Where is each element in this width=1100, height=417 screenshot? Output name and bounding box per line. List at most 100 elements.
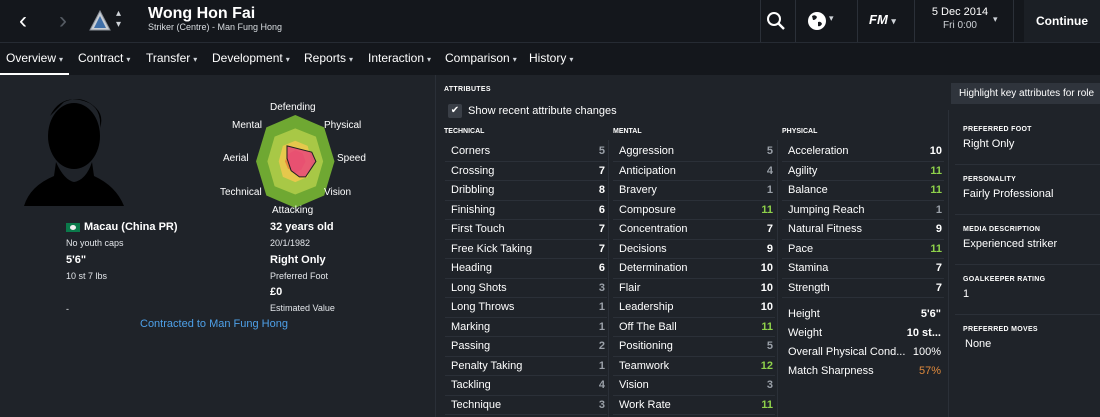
attribute-row-technique[interactable]: Technique 3 [445, 396, 607, 415]
attribute-name: Heading [451, 262, 492, 274]
back-button[interactable]: ‹ [12, 8, 34, 34]
forward-button[interactable]: › [52, 8, 74, 34]
radar-label-attacking: Attacking [272, 205, 314, 216]
attribute-value: 7 [935, 262, 942, 274]
attribute-row-jumping-reach[interactable]: Jumping Reach 1 [782, 201, 944, 220]
tab-transfer[interactable]: Transfer ▾ [146, 43, 197, 76]
radar-label-vision: Vision [324, 187, 352, 198]
show-changes-checkbox[interactable]: ✔ [448, 104, 462, 118]
tab-bar: Overview ▾ Contract ▾ Transfer ▾ Developmen… [0, 42, 1100, 76]
attribute-row-corners[interactable]: Corners 5 [445, 142, 607, 162]
attribute-value: 7 [598, 242, 605, 255]
detail-name: Weight [788, 327, 823, 339]
nationality[interactable]: Macau (China PR) [66, 221, 178, 233]
attribute-name: Long Shots [451, 281, 507, 294]
attribute-value: 1 [766, 184, 773, 196]
media-description-section: MEDIA DESCRIPTION Experienced striker [963, 226, 1058, 250]
attribute-row-natural-fitness[interactable]: Natural Fitness 9 [782, 220, 944, 240]
attribute-value: 4 [766, 164, 773, 177]
attribute-name: Flair [619, 281, 641, 294]
attribute-row-long-shots[interactable]: Long Shots 3 [445, 279, 607, 298]
continue-button[interactable]: Continue [1024, 0, 1100, 42]
physical-detail-row: Overall Physical Cond... 100% [783, 343, 943, 362]
club-crest-icon[interactable] [88, 9, 112, 33]
attribute-row-work-rate[interactable]: Work Rate 11 [613, 396, 775, 415]
attribute-name: Jumping Reach [788, 203, 865, 216]
tab-comparison[interactable]: Comparison ▾ [445, 43, 517, 76]
attribute-value: 5 [598, 145, 605, 157]
attribute-row-composure[interactable]: Composure 11 [613, 201, 775, 220]
attribute-row-decisions[interactable]: Decisions 9 [613, 240, 775, 259]
attribute-name: Marking [451, 320, 491, 333]
tab-history[interactable]: History ▾ [529, 43, 573, 76]
physical-details-list: Height 5'6" Weight 10 st... Overall Physical… [783, 305, 943, 381]
tab-reports[interactable]: Reports ▾ [304, 43, 353, 76]
dob-value: 20/1/1982 [270, 238, 311, 248]
attribute-row-passing[interactable]: Passing 2 [445, 337, 607, 357]
attribute-row-bravery[interactable]: Bravery 1 [613, 181, 775, 201]
attribute-row-off-the-ball[interactable]: Off The Ball 11 [613, 318, 775, 337]
attribute-value: 9 [935, 223, 942, 235]
attribute-row-teamwork[interactable]: Teamwork 12 [613, 357, 775, 376]
attribute-value: 3 [766, 379, 773, 391]
youth-caps: No youth caps [66, 238, 124, 248]
attribute-row-balance[interactable]: Balance 11 [782, 181, 944, 201]
attribute-row-strength[interactable]: Strength 7 [782, 279, 944, 298]
attribute-name: Crossing [451, 164, 495, 177]
contract-link[interactable]: Contracted to Man Fung Hong [140, 318, 288, 330]
attribute-name: Finishing [451, 203, 496, 216]
attribute-name: Anticipation [619, 164, 676, 177]
attribute-row-stamina[interactable]: Stamina 7 [782, 259, 944, 279]
attribute-value: 6 [598, 262, 605, 274]
attribute-name: Penalty Taking [451, 359, 523, 372]
attribute-row-first-touch[interactable]: First Touch 7 [445, 220, 607, 240]
show-changes-label: Show recent attribute changes [468, 105, 617, 117]
attribute-row-heading[interactable]: Heading 6 [445, 259, 607, 279]
attribute-row-pace[interactable]: Pace 11 [782, 240, 944, 259]
globe-icon[interactable] [806, 10, 828, 32]
attribute-row-positioning[interactable]: Positioning 5 [613, 337, 775, 357]
tab-development[interactable]: Development ▾ [212, 43, 290, 76]
attribute-name: Agility [788, 164, 818, 177]
fm-menu-button[interactable]: FM ▾ [869, 12, 896, 27]
physical-attribute-list: Acceleration 10 Agility 11 Balance 11 Jumping … [782, 142, 944, 298]
chevron-down-icon[interactable]: ▾ [829, 13, 834, 24]
attribute-row-long-throws[interactable]: Long Throws 1 [445, 298, 607, 318]
attribute-row-determination[interactable]: Determination 10 [613, 259, 775, 279]
attribute-row-marking[interactable]: Marking 1 [445, 318, 607, 337]
attribute-row-dribbling[interactable]: Dribbling 8 [445, 181, 607, 201]
chevron-down-icon[interactable]: ▾ [993, 14, 998, 25]
search-icon[interactable] [766, 11, 786, 31]
attribute-row-agility[interactable]: Agility 11 [782, 162, 944, 181]
highlight-key-attributes-button[interactable]: Highlight key attributes for role [951, 83, 1100, 104]
radar-label-physical: Physical [324, 120, 362, 131]
technical-attribute-list: Corners 5 Crossing 7 Dribbling 8 Finishing 6 Fir… [445, 142, 607, 415]
attribute-name: Strength [788, 281, 830, 294]
attribute-value: 11 [930, 242, 942, 255]
tab-overview[interactable]: Overview ▾ [0, 43, 70, 76]
attribute-row-penalty-taking[interactable]: Penalty Taking 1 [445, 357, 607, 376]
tab-interaction[interactable]: Interaction ▾ [368, 43, 431, 76]
attribute-value: 1 [935, 203, 942, 216]
top-bar: ‹ › ▴ ▾ Wong Hon Fai Striker (Centre) - M… [0, 0, 1100, 42]
attribute-name: Technique [451, 398, 502, 411]
attribute-row-tackling[interactable]: Tackling 4 [445, 376, 607, 396]
attribute-name: Passing [451, 340, 491, 352]
club-switch-arrows[interactable]: ▴ ▾ [116, 8, 121, 30]
attribute-row-crossing[interactable]: Crossing 7 [445, 162, 607, 181]
attribute-row-free-kick-taking[interactable]: Free Kick Taking 7 [445, 240, 607, 259]
attribute-value: 10 [929, 145, 942, 157]
attribute-row-vision[interactable]: Vision 3 [613, 376, 775, 396]
attribute-row-aggression[interactable]: Aggression 5 [613, 142, 775, 162]
detail-value: 57% [918, 365, 941, 377]
attribute-name: Corners [451, 145, 491, 157]
attribute-row-flair[interactable]: Flair 10 [613, 279, 775, 298]
attribute-row-leadership[interactable]: Leadership 10 [613, 298, 775, 318]
game-date[interactable]: 5 Dec 2014 Fri 0:00 [920, 6, 1000, 31]
attribute-row-anticipation[interactable]: Anticipation 4 [613, 162, 775, 181]
tab-contract[interactable]: Contract ▾ [78, 43, 130, 76]
attribute-row-finishing[interactable]: Finishing 6 [445, 201, 607, 220]
attribute-row-acceleration[interactable]: Acceleration 10 [782, 142, 944, 162]
attribute-row-concentration[interactable]: Concentration 7 [613, 220, 775, 240]
player-subtitle: Striker (Centre) - Man Fung Hong [148, 22, 283, 32]
